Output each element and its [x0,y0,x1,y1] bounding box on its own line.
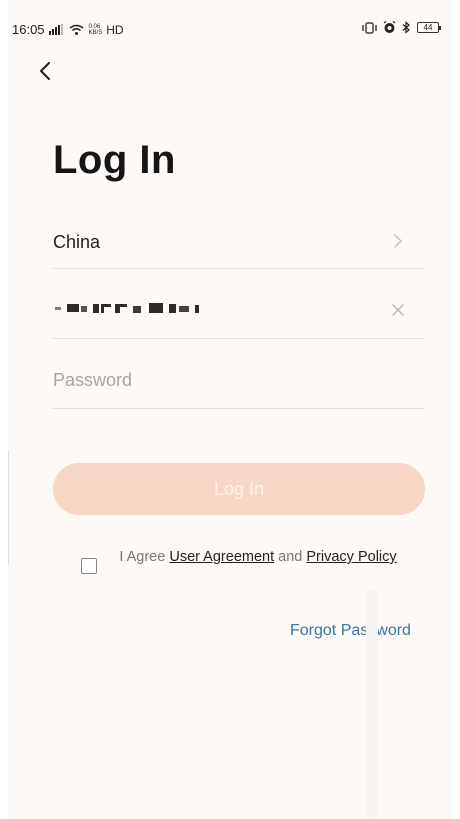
phone-value-obscured [55,302,245,316]
chevron-left-icon [40,62,50,80]
battery-icon: 44 [417,22,441,33]
password-input[interactable] [53,365,413,395]
status-bar: 16:05 0.06 KB/S HD 44 [8,0,452,37]
close-icon[interactable] [391,303,405,317]
region-value: China [53,232,101,252]
signal-icon [48,24,63,35]
network-type: HD [106,22,124,37]
agreement-prefix: I Agree [119,549,166,565]
agreement-and: and [278,549,303,565]
login-screen: 16:05 0.06 KB/S HD 44 Log In China Log I… [8,0,452,819]
vibrate-icon [362,21,377,34]
phone-field[interactable] [53,269,425,339]
user-agreement-link[interactable]: User Agreement [169,549,274,565]
status-time: 16:05 [12,22,45,37]
status-right: 44 [362,21,441,34]
network-speed: 0.06 KB/S [89,24,103,36]
alarm-icon [383,21,396,33]
agreement-text: I Agree User Agreement and Privacy Polic… [118,548,398,567]
battery-level: 44 [423,23,433,32]
wifi-icon [69,24,84,35]
bluetooth-icon [402,21,410,34]
background-strip [366,590,378,819]
page-title: Log In [53,138,176,182]
edge-handle [8,450,12,565]
chevron-right-icon [394,234,403,248]
network-speed-unit: KB/S [88,29,103,36]
status-left: 16:05 0.06 KB/S HD [12,22,124,37]
login-button[interactable]: Log In [53,463,425,515]
agree-checkbox[interactable] [81,558,97,574]
forgot-password-link[interactable]: Forgot Password [290,622,411,640]
password-field [53,339,425,409]
region-selector[interactable]: China [53,199,425,269]
back-button[interactable] [34,56,58,86]
privacy-policy-link[interactable]: Privacy Policy [306,549,396,565]
